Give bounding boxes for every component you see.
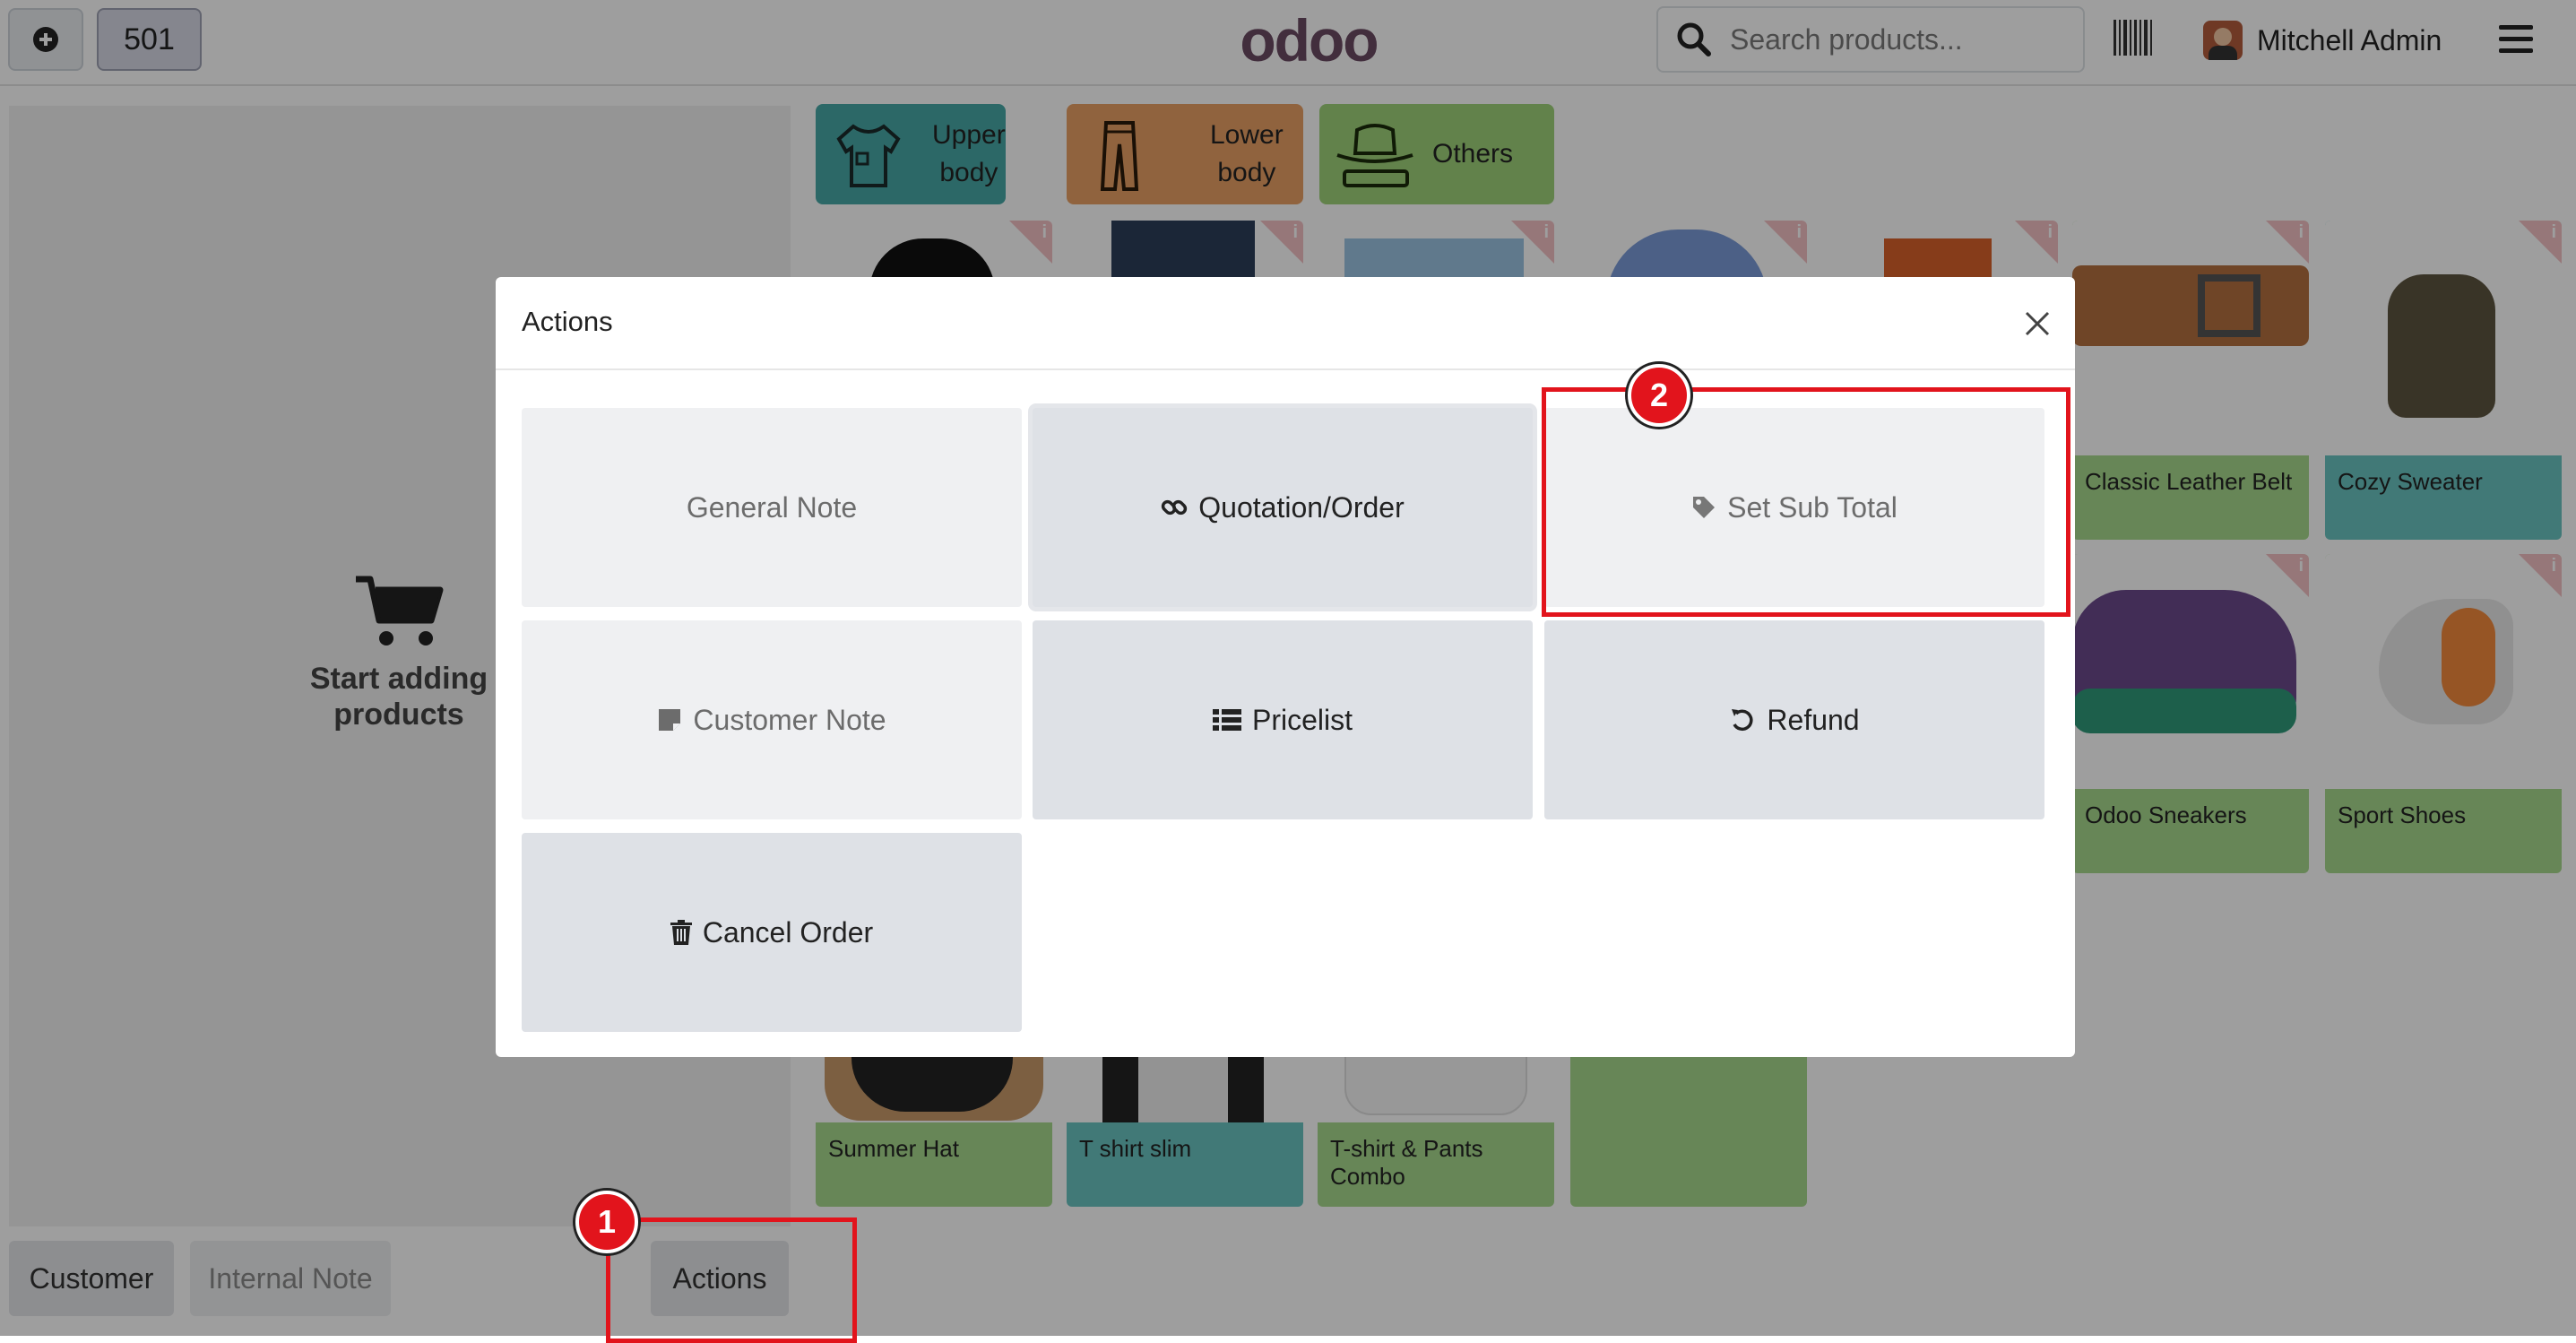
cancel-order-label: Cancel Order <box>702 915 874 949</box>
link-icon <box>1161 494 1188 521</box>
pricelist-label: Pricelist <box>1251 703 1353 736</box>
refund-label: Refund <box>1767 703 1860 736</box>
general-note-label: General Note <box>686 490 858 524</box>
dialog-header <box>496 277 2075 370</box>
customer-note-label: Customer Note <box>693 703 886 736</box>
quotation-order-button[interactable]: Quotation/Order <box>1033 408 1533 607</box>
step-badge-2: 2 <box>1628 364 1690 427</box>
close-icon[interactable] <box>2019 306 2055 342</box>
general-note-button[interactable]: General Note <box>522 408 1022 607</box>
pricelist-button[interactable]: Pricelist <box>1033 620 1533 819</box>
highlight-actions-button <box>606 1217 857 1343</box>
quotation-order-label: Quotation/Order <box>1198 490 1405 524</box>
trash-icon <box>670 920 692 945</box>
undo-icon <box>1729 706 1756 733</box>
refund-button[interactable]: Refund <box>1544 620 2044 819</box>
customer-note-button[interactable]: Customer Note <box>522 620 1022 819</box>
highlight-set-sub-total <box>1542 387 2070 617</box>
cancel-order-button[interactable]: Cancel Order <box>522 833 1022 1032</box>
dialog-title: Actions <box>522 306 613 337</box>
step-badge-1: 1 <box>575 1191 638 1253</box>
sticky-note-icon <box>657 707 682 732</box>
list-icon <box>1212 707 1241 732</box>
